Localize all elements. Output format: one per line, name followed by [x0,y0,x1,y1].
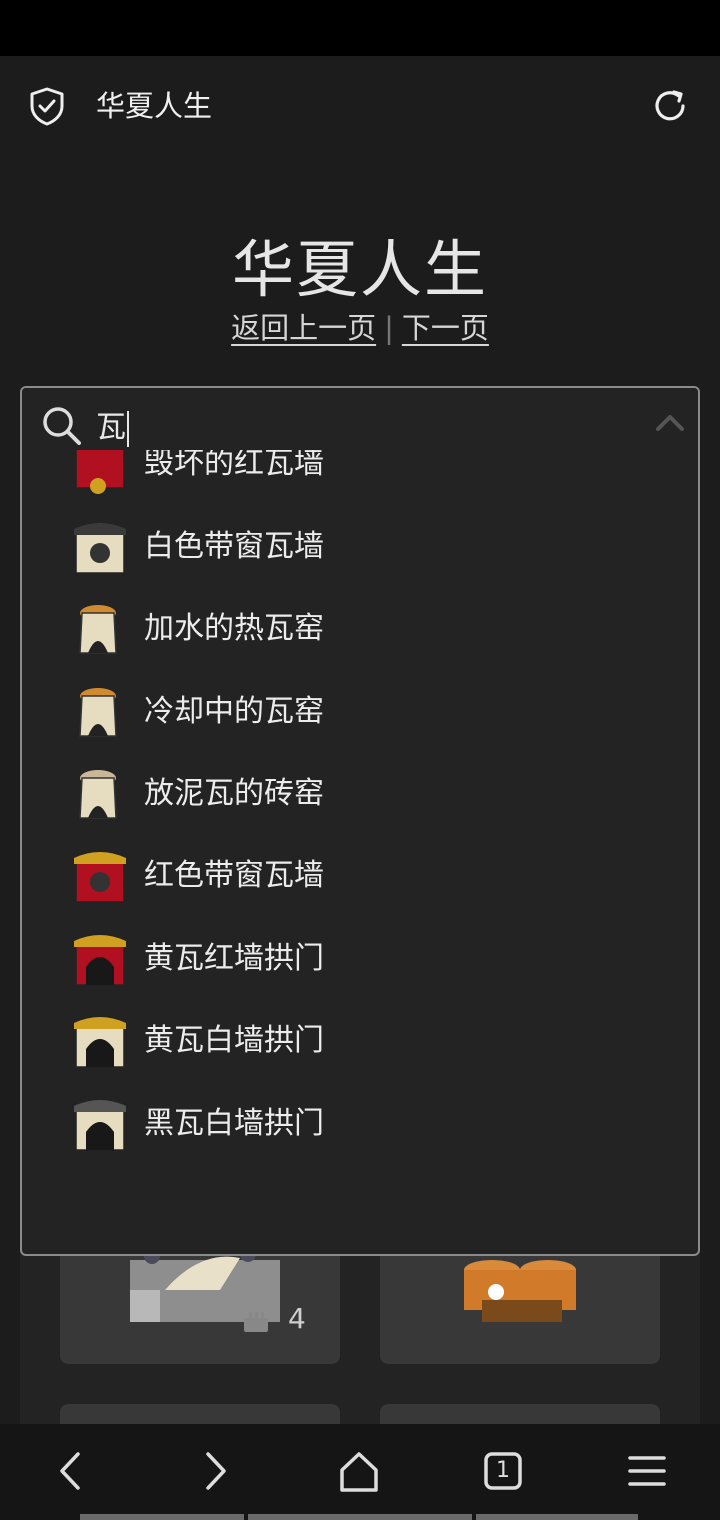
gesture-bar [80,1514,244,1520]
red-window-tile-wall-icon [74,852,126,904]
forward-icon[interactable] [190,1446,240,1496]
search-result-item[interactable]: 黄瓦白墙拱门 [68,1011,628,1075]
yellow-white-arch-icon [74,1017,126,1068]
search-result-item[interactable]: 红色带窗瓦墙 [68,846,628,910]
chevron-up-icon[interactable] [654,410,686,434]
search-result-item[interactable]: 冷却中的瓦窑 [68,682,628,746]
search-result-item[interactable]: 黑瓦白墙拱门 [68,1094,628,1158]
nav-separator: | [384,311,394,345]
tile-kiln-hot-water-icon [79,605,117,654]
shield-check-icon[interactable] [28,86,66,126]
search-result-label: 白色带窗瓦墙 [144,528,324,564]
page-nav: 返回上一页 | 下一页 [0,308,720,348]
status-bar [0,0,720,56]
search-result-item[interactable]: 白色带窗瓦墙 [68,517,628,581]
yellow-red-arch-icon [74,934,126,986]
refresh-icon[interactable] [650,86,690,126]
item-count: 4 [288,1302,306,1335]
page-title: 华夏人生 [231,233,488,306]
site-title: 华夏人生 [96,89,213,123]
tabs-button[interactable]: 1 [478,1446,528,1496]
search-input-text: 瓦 [96,410,126,445]
search-result-label: 红色带窗瓦墙 [144,858,324,894]
brick-kiln-clay-icon [79,770,117,819]
search-result-label: 加水的热瓦窑 [144,611,324,647]
home-icon[interactable] [334,1446,384,1496]
search-result-item[interactable]: 放泥瓦的砖窑 [68,764,628,828]
menu-icon[interactable] [622,1446,672,1496]
search-result-label: 冷却中的瓦窑 [144,693,324,729]
search-result-label: 黑瓦白墙拱门 [144,1105,324,1141]
kiln-pair-image [464,1260,576,1322]
gesture-bar [476,1514,638,1520]
search-input[interactable]: 瓦 [96,408,129,448]
text-caret [127,410,129,447]
tile-kiln-cooling-icon [79,687,117,737]
black-white-arch-icon [74,1099,126,1151]
search-result-label: 放泥瓦的砖窑 [144,776,324,811]
search-bar: 瓦 [22,388,698,450]
gesture-bar [248,1514,472,1520]
search-result-label: 黄瓦红墙拱门 [144,940,324,976]
search-dropdown: 毁坏的白瓦墙 毁坏的红瓦墙 白色带窗瓦墙 加水的热瓦窑 冷却中的瓦窑 放泥瓦的砖… [20,386,700,1256]
prev-page-link[interactable]: 返回上一页 [231,311,376,345]
search-result-label: 黄瓦白墙拱门 [144,1023,324,1059]
search-result-item[interactable]: 黄瓦红墙拱门 [68,929,628,993]
white-window-tile-wall-icon [74,522,126,574]
stack-icon [244,1312,268,1332]
tab-count: 1 [496,1458,510,1483]
bottom-nav: 1 [0,1424,720,1520]
next-page-link[interactable]: 下一页 [402,311,489,345]
search-result-item[interactable]: 加水的热瓦窑 [68,599,628,663]
search-icon [43,407,81,445]
top-bar: 华夏人生 [0,56,720,152]
back-icon[interactable] [46,1446,96,1496]
